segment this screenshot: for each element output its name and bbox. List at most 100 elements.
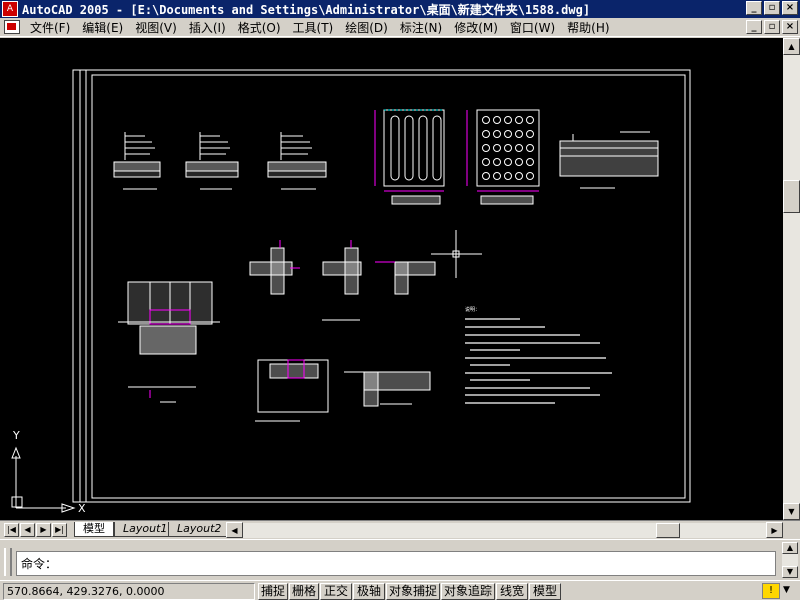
tactile-dot (526, 172, 534, 180)
ucs-y-label: Y (12, 429, 20, 442)
tactile-dot (526, 130, 534, 138)
tactile-dot (504, 116, 512, 124)
menu-dimension[interactable]: 标注(N) (394, 19, 448, 36)
plan-detail-3 (375, 261, 436, 295)
tab-next-arrow-icon[interactable]: ▶ (36, 523, 51, 537)
command-scrollbar[interactable]: ▲ ▼ (782, 542, 798, 578)
model-space-toggle[interactable]: 模型 (529, 583, 561, 600)
curb-section (559, 131, 659, 189)
tactile-dot (515, 144, 523, 152)
close-button[interactable]: × (782, 1, 798, 15)
doc-minimize-button[interactable]: _ (746, 20, 762, 34)
tactile-dot (515, 116, 523, 124)
communication-center-icon[interactable]: ! (762, 583, 780, 599)
menu-view[interactable]: 视图(V) (129, 19, 183, 36)
minimize-button[interactable]: _ (746, 1, 762, 15)
command-scroll-down-arrow-icon[interactable]: ▼ (782, 566, 798, 578)
menu-file[interactable]: 文件(F) (24, 19, 76, 36)
tactile-dot (515, 158, 523, 166)
tactile-dot (504, 130, 512, 138)
plan-detail-1 (249, 240, 300, 295)
menu-modify[interactable]: 修改(M) (448, 19, 504, 36)
horizontal-scroll-thumb[interactable] (656, 523, 680, 538)
tactile-dot (482, 158, 490, 166)
crosshair-cursor (431, 230, 482, 278)
tactile-dot (493, 130, 501, 138)
document-icon[interactable] (4, 20, 20, 34)
command-scroll-up-arrow-icon[interactable]: ▲ (782, 542, 798, 554)
tactile-dot (526, 116, 534, 124)
tactile-dot (515, 172, 523, 180)
menu-insert[interactable]: 插入(I) (183, 19, 232, 36)
edge-detail (344, 371, 431, 407)
tab-last-arrow-icon[interactable]: ▶| (52, 523, 67, 537)
menu-window[interactable]: 窗口(W) (504, 19, 561, 36)
tactile-dot (515, 130, 523, 138)
horizontal-scrollbar[interactable]: ◀ ▶ (226, 522, 783, 538)
restore-button[interactable]: ▫ (764, 1, 780, 15)
tactile-dot (493, 116, 501, 124)
otrack-toggle[interactable]: 对象追踪 (441, 583, 495, 600)
vertical-scrollbar[interactable]: ▲ ▼ (783, 38, 800, 520)
ortho-toggle[interactable]: 正交 (320, 583, 352, 600)
tactile-dot (526, 144, 534, 152)
snap-toggle[interactable]: 捕捉 (258, 583, 288, 600)
drawing-canvas[interactable]: 说明： Y X (0, 38, 783, 520)
tactile-dot (482, 130, 490, 138)
tactile-dot (482, 116, 490, 124)
lineweight-toggle[interactable]: 线宽 (496, 583, 528, 600)
vertical-scroll-thumb[interactable] (783, 180, 800, 213)
pavement-detail-1 (113, 132, 161, 190)
plan-detail-2 (322, 240, 362, 295)
menu-bar: 文件(F) 编辑(E) 视图(V) 插入(I) 格式(O) 工具(T) 绘图(D… (0, 18, 800, 37)
title-bar: A AutoCAD 2005 - [E:\Documents and Setti… (0, 0, 800, 18)
osnap-toggle[interactable]: 对象捕捉 (386, 583, 440, 600)
tactile-dot (493, 158, 501, 166)
pavement-detail-2 (185, 132, 239, 190)
tab-model[interactable]: 模型 (74, 522, 114, 537)
ucs-x-label: X (78, 502, 86, 515)
layout-tabs-row: |◀ ◀ ▶ ▶| 模型 Layout1 Layout2 ◀ ▶ (0, 520, 800, 538)
ucs-icon (11, 446, 76, 513)
window-title: AutoCAD 2005 - [E:\Documents and Setting… (22, 2, 591, 17)
tactile-tile-guiding (374, 109, 445, 205)
tactile-dot (504, 144, 512, 152)
scroll-up-arrow-icon[interactable]: ▲ (783, 38, 800, 55)
drawing-svg: 说明： Y X (11, 69, 691, 515)
command-input[interactable]: 命令： (16, 551, 776, 576)
planter-section (255, 359, 329, 422)
menu-edit[interactable]: 编辑(E) (76, 19, 129, 36)
notes-lines (465, 318, 612, 404)
doc-close-button[interactable]: × (782, 20, 798, 34)
tactile-dot (493, 144, 501, 152)
pavement-detail-3 (267, 132, 327, 190)
polar-toggle[interactable]: 极轴 (353, 583, 385, 600)
tactile-dot (504, 172, 512, 180)
tactile-dot (526, 158, 534, 166)
menu-help[interactable]: 帮助(H) (561, 19, 615, 36)
command-window: 命令： ▲ ▼ (0, 539, 800, 579)
tab-layout2[interactable]: Layout2 (168, 522, 231, 537)
menu-format[interactable]: 格式(O) (232, 19, 287, 36)
status-bar: 570.8664, 429.3276, 0.0000 捕捉 栅格 正交 极轴 对… (0, 580, 800, 600)
tab-prev-arrow-icon[interactable]: ◀ (20, 523, 35, 537)
scroll-left-arrow-icon[interactable]: ◀ (226, 522, 243, 538)
tab-first-arrow-icon[interactable]: |◀ (4, 523, 19, 537)
grid-toggle[interactable]: 栅格 (289, 583, 319, 600)
doc-restore-button[interactable]: ▫ (764, 20, 780, 34)
tactile-dot (482, 172, 490, 180)
design-notes: 说明： (465, 306, 480, 313)
command-window-grip[interactable] (4, 548, 12, 576)
tree-pit-elevation (118, 281, 220, 403)
tactile-dot (504, 158, 512, 166)
tray-settings-arrow-icon[interactable]: ▼ (783, 585, 790, 595)
coordinate-readout[interactable]: 570.8664, 429.3276, 0.0000 (3, 583, 255, 600)
menu-tools[interactable]: 工具(T) (287, 19, 340, 36)
tactile-tile-warning (466, 109, 540, 205)
autocad-app-icon[interactable]: A (2, 1, 18, 17)
tactile-dot (482, 144, 490, 152)
scroll-down-arrow-icon[interactable]: ▼ (783, 503, 800, 520)
scroll-right-arrow-icon[interactable]: ▶ (766, 522, 783, 538)
menu-draw[interactable]: 绘图(D) (339, 19, 394, 36)
tactile-dot (493, 172, 501, 180)
